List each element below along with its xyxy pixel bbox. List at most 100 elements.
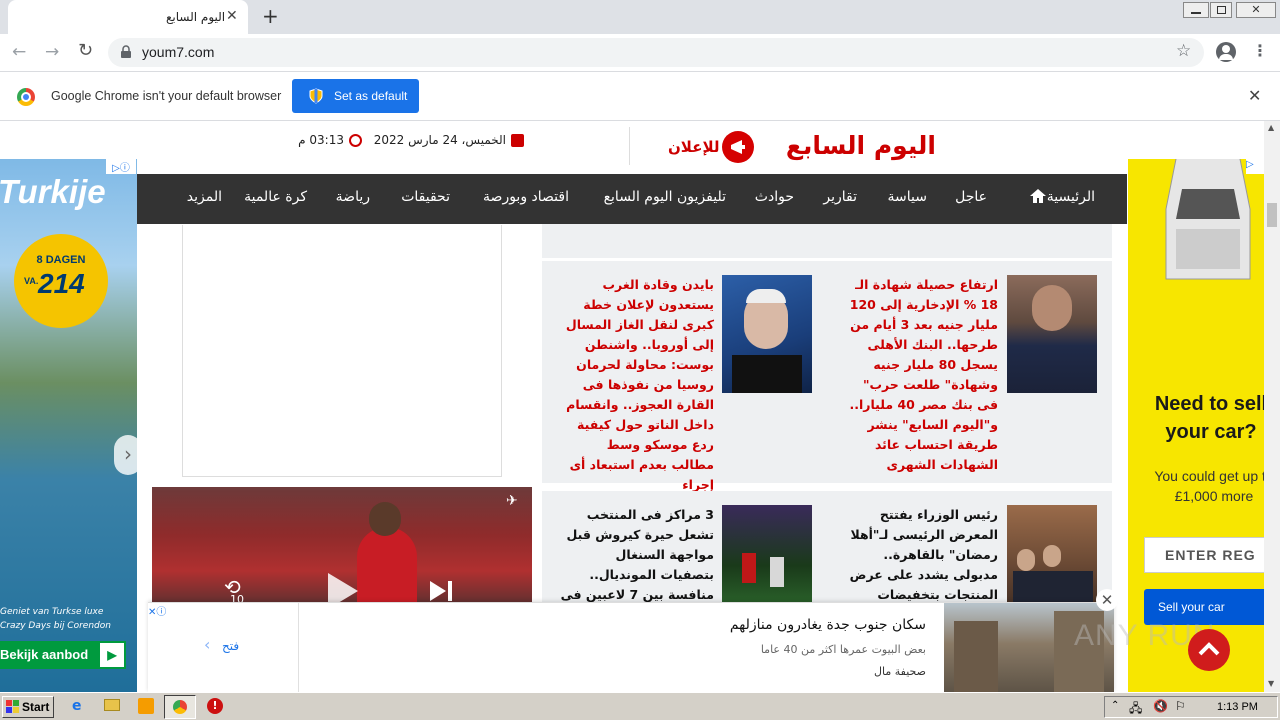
infobar-close-icon[interactable]: ✕ <box>1248 86 1261 105</box>
news-strip-top <box>542 224 1112 258</box>
bottom-ad-title: سكان جنوب جدة يغادرون منازلهم <box>729 617 926 633</box>
media-player-icon[interactable] <box>138 698 154 714</box>
nav-youm7-tv[interactable]: تليفزيون اليوم السابع <box>604 189 726 205</box>
scroll-down-icon[interactable]: ▼ <box>1268 679 1274 688</box>
reg-input[interactable]: ENTER REG <box>1144 537 1266 573</box>
bottom-ad-source: صحيفة مال <box>874 665 926 678</box>
main-nav: الرئيسية عاجل سياسة تقارير حوادث تليفزيو… <box>137 174 1127 224</box>
windows-logo-icon <box>6 700 20 714</box>
bottom-ad-divider <box>298 603 299 692</box>
bottom-ad[interactable]: ✕ⓘ ‹ فتح سكان جنوب جدة يغادرون منازلهم ب… <box>148 589 1118 692</box>
carousel-next-button[interactable]: › <box>114 435 137 475</box>
taskbar-chrome-button[interactable] <box>164 695 196 719</box>
clock-icon <box>349 134 362 147</box>
bottom-ad-open-link[interactable]: ‹ فتح <box>204 635 248 657</box>
site-logo[interactable]: اليوم السابع <box>786 129 936 163</box>
shield-icon <box>309 88 323 107</box>
news-item-1-image[interactable] <box>1007 275 1097 393</box>
nav-sports[interactable]: رياضة <box>336 189 370 205</box>
tab-bar: اليوم السابع ✕ + ✕ <box>0 0 1280 34</box>
news-item-2-headline[interactable]: بايدن وقادة الغرب يستعدون لإعلان خطة كبر… <box>560 275 714 495</box>
infobar-message: Google Chrome isn't your default browser <box>51 89 282 103</box>
bookmark-star-icon[interactable]: ☆ <box>1176 41 1191 61</box>
tab-title: اليوم السابع <box>166 10 226 24</box>
ie-icon[interactable]: e <box>72 698 82 714</box>
car-image <box>1158 159 1258 289</box>
chrome-taskbar-icon <box>173 700 187 714</box>
skip-next-icon[interactable] <box>428 579 454 603</box>
news-item-2-image[interactable] <box>722 275 812 393</box>
nav-urgent[interactable]: عاجل <box>955 189 987 205</box>
nav-investigations[interactable]: تحقيقات <box>401 189 450 205</box>
page-scrollbar[interactable]: ▲ ▼ <box>1264 121 1280 692</box>
right-ad-subtext: You could get up to £1,000 more <box>1154 468 1266 504</box>
bottom-adchoices-icon[interactable]: ✕ⓘ <box>148 603 178 618</box>
advertise-link[interactable]: للإعلان <box>668 131 756 163</box>
chevron-left-icon: ‹ <box>204 635 211 654</box>
close-window-button[interactable]: ✕ <box>1236 2 1276 18</box>
set-as-default-label: Set as default <box>334 89 408 103</box>
adchoices-icon-right[interactable]: ▷ <box>1246 159 1266 174</box>
news-item-3-image[interactable] <box>1007 505 1097 615</box>
empty-ad-slot <box>182 225 502 477</box>
folder-icon[interactable] <box>104 699 120 711</box>
player-head <box>369 502 401 536</box>
tray-volume-icon[interactable]: 🔇 <box>1153 699 1168 713</box>
bottom-ad-subtitle: بعض البيوت عمرها اكثر من 40 عاما <box>760 643 926 656</box>
megaphone-icon <box>722 131 754 163</box>
news-item-1-headline[interactable]: ارتفاع حصيلة شهادة الـ 18 % الإدخارية إل… <box>848 275 998 475</box>
browser-tab[interactable]: اليوم السابع ✕ <box>8 0 248 34</box>
scroll-up-icon[interactable]: ▲ <box>1268 123 1274 132</box>
scroll-thumb[interactable] <box>1267 203 1277 227</box>
adchoices-icon[interactable]: ▷ⓘ <box>106 159 136 174</box>
news-item-4-image[interactable] <box>722 505 812 615</box>
video-player[interactable]: ⟲ 10 ✈ <box>152 487 532 607</box>
channel-logo-icon: ✈ <box>506 493 518 509</box>
browser-toolbar: ← → ↻ youm7.com ☆ ⋮ <box>0 34 1280 71</box>
nav-more[interactable]: المزيد <box>187 189 222 205</box>
tray-network-icon[interactable]: 🖧 <box>1129 699 1142 720</box>
home-icon <box>1029 189 1047 203</box>
left-ad[interactable]: ▷ⓘ Turkije 8 DAGEN VA. 214 › Geniet van … <box>0 159 137 692</box>
menu-dots-icon[interactable]: ⋮ <box>1252 41 1268 60</box>
news-row-1: ارتفاع حصيلة شهادة الـ 18 % الإدخارية إل… <box>542 261 1112 492</box>
time-text: 03:13 م <box>298 133 344 147</box>
back-icon[interactable]: ← <box>12 42 26 62</box>
minimize-button[interactable] <box>1183 2 1209 18</box>
taskbar: Start e ! ⌃ 🖧 🔇 ⚐ 1:13 PM <box>0 692 1280 720</box>
calendar-icon <box>511 134 524 147</box>
nav-politics[interactable]: سياسة <box>888 189 927 205</box>
tab-close-icon[interactable]: ✕ <box>226 8 238 24</box>
chrome-logo-icon <box>17 88 35 106</box>
lock-icon <box>120 44 132 63</box>
web-page: اليوم السابع للإعلان الخميس، 24 مارس 202… <box>0 121 1266 692</box>
restore-button[interactable] <box>1210 2 1232 18</box>
nav-world-football[interactable]: كرة عالمية <box>244 189 307 205</box>
default-browser-infobar: Google Chrome isn't your default browser… <box>0 71 1280 121</box>
nav-economy[interactable]: اقتصاد وبورصة <box>483 189 569 205</box>
nav-accidents[interactable]: حوادث <box>755 189 794 205</box>
profile-icon[interactable] <box>1216 42 1236 62</box>
tray-flag-icon[interactable]: ⚐ <box>1175 699 1186 713</box>
left-ad-headline: Turkije <box>0 173 106 210</box>
security-alert-icon[interactable]: ! <box>207 698 223 714</box>
nav-home[interactable]: الرئيسية <box>1025 189 1095 205</box>
left-ad-caption-1: Geniet van Turkse luxe <box>0 607 104 617</box>
date-text: الخميس، 24 مارس 2022 <box>373 133 506 147</box>
system-tray: ⌃ 🖧 🔇 ⚐ 1:13 PM <box>1104 696 1278 718</box>
price-badge: 8 DAGEN VA. 214 <box>14 234 108 328</box>
forward-icon[interactable]: → <box>45 42 59 62</box>
left-ad-cta[interactable]: Bekijk aanbod ▶ <box>0 641 126 669</box>
new-tab-button[interactable]: + <box>262 4 279 28</box>
tray-arrow-icon[interactable]: ⌃ <box>1111 700 1119 711</box>
set-as-default-button[interactable]: Set as default <box>292 79 419 113</box>
play-arrow-icon: ▶ <box>100 643 124 667</box>
url-text: youm7.com <box>142 44 215 60</box>
back-to-top-button[interactable] <box>1188 629 1230 671</box>
reload-icon[interactable]: ↻ <box>78 40 93 61</box>
player-figure <box>357 527 417 607</box>
nav-reports[interactable]: تقارير <box>823 189 857 205</box>
date-block: الخميس، 24 مارس 2022 03:13 م <box>298 133 530 153</box>
start-button[interactable]: Start <box>2 696 54 718</box>
address-bar[interactable]: youm7.com ☆ <box>108 38 1204 67</box>
